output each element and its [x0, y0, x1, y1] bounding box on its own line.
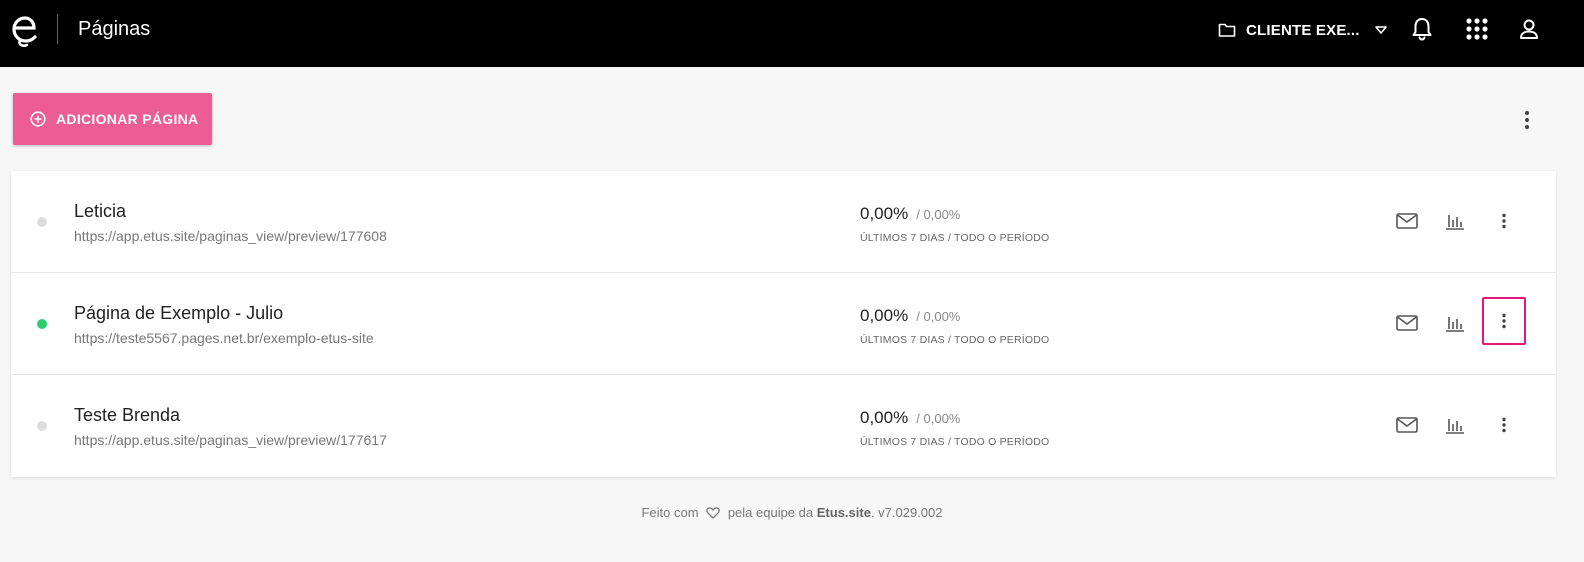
list-item[interactable]: Teste Brenda https://app.etus.site/pagin…: [11, 375, 1556, 477]
pages-list: Leticia https://app.etus.site/paginas_vi…: [11, 171, 1556, 477]
rate-7-days: 0,00%: [860, 204, 909, 223]
page-url[interactable]: https://app.etus.site/paginas_view/previ…: [74, 228, 387, 244]
page-title: Páginas: [78, 18, 151, 40]
more-vertical-icon: [1502, 417, 1506, 433]
bar-chart-icon: [1446, 215, 1464, 230]
user-menu-button[interactable]: [1516, 15, 1542, 43]
rate-caption: ÚLTIMOS 7 DIAS / TODO O PERÍODO: [860, 436, 1050, 448]
more-vertical-icon: [1502, 213, 1506, 229]
user-icon: [1520, 19, 1538, 39]
apps-grid-icon: [1466, 18, 1488, 40]
rate-caption: ÚLTIMOS 7 DIAS / TODO O PERÍODO: [860, 232, 1050, 244]
rate-7-days: 0,00%: [860, 408, 909, 427]
mail-icon: [1396, 417, 1418, 433]
rate-7-days: 0,00%: [860, 306, 909, 325]
heart-icon: [706, 507, 720, 519]
apps-button[interactable]: [1464, 15, 1490, 43]
footer: Feito com pela equipe da Etus.site. v7.0…: [0, 505, 1584, 520]
footer-prefix: Feito com: [641, 505, 699, 520]
stats-button[interactable]: [1443, 209, 1467, 233]
footer-brand-link[interactable]: Etus.site: [817, 505, 871, 520]
more-vertical-icon: [1525, 111, 1529, 129]
add-circle-icon: [30, 111, 46, 127]
bar-chart-icon: [1446, 419, 1464, 434]
conversion-rate: 0,00% / 0,00%: [860, 408, 960, 428]
page-options-button[interactable]: [1516, 108, 1538, 132]
bell-icon: [1412, 18, 1432, 41]
status-dot: [37, 319, 47, 329]
client-name: CLIENTE EXE...: [1246, 21, 1360, 39]
conversion-rate: 0,00% / 0,00%: [860, 306, 960, 326]
top-bar: Páginas CLIENTE EXE...: [0, 0, 1584, 67]
page-name[interactable]: Página de Exemplo - Julio: [74, 303, 283, 324]
list-item[interactable]: Página de Exemplo - Julio https://teste5…: [11, 273, 1556, 375]
conversion-rate: 0,00% / 0,00%: [860, 204, 960, 224]
status-dot: [37, 421, 47, 431]
rate-all-time: 0,00%: [923, 411, 961, 426]
status-dot: [37, 217, 47, 227]
rate-all-time: 0,00%: [923, 309, 961, 324]
bar-chart-icon: [1446, 317, 1464, 332]
client-selector[interactable]: CLIENTE EXE...: [1218, 18, 1388, 42]
caret-down-icon: [1374, 26, 1387, 34]
rate-separator: /: [912, 207, 924, 222]
mail-icon: [1396, 315, 1418, 331]
list-item[interactable]: Leticia https://app.etus.site/paginas_vi…: [11, 171, 1556, 273]
footer-version: . v7.029.002: [870, 505, 943, 520]
logo-divider: [57, 14, 58, 44]
page-url[interactable]: https://teste5567.pages.net.br/exemplo-e…: [74, 330, 374, 346]
row-options-button[interactable]: [1492, 209, 1516, 233]
page-name[interactable]: Teste Brenda: [74, 405, 180, 426]
stats-button[interactable]: [1443, 413, 1467, 437]
add-page-button[interactable]: ADICIONAR PÁGINA: [13, 93, 212, 145]
footer-middle: pela equipe da: [727, 505, 814, 520]
rate-caption: ÚLTIMOS 7 DIAS / TODO O PERÍODO: [860, 334, 1050, 346]
rate-separator: /: [912, 411, 924, 426]
leads-button[interactable]: [1395, 209, 1419, 233]
leads-button[interactable]: [1395, 413, 1419, 437]
mail-icon: [1396, 213, 1418, 229]
rate-separator: /: [912, 309, 924, 324]
leads-button[interactable]: [1395, 311, 1419, 335]
add-page-label: ADICIONAR PÁGINA: [56, 111, 199, 127]
notifications-button[interactable]: [1409, 15, 1435, 43]
rate-all-time: 0,00%: [923, 207, 961, 222]
page-name[interactable]: Leticia: [74, 201, 126, 222]
folder-icon: [1218, 23, 1236, 37]
etus-logo[interactable]: [10, 14, 40, 48]
stats-button[interactable]: [1443, 311, 1467, 335]
page-url[interactable]: https://app.etus.site/paginas_view/previ…: [74, 432, 387, 448]
row-options-button[interactable]: [1482, 297, 1526, 345]
row-options-button[interactable]: [1492, 413, 1516, 437]
more-vertical-icon: [1502, 313, 1506, 329]
